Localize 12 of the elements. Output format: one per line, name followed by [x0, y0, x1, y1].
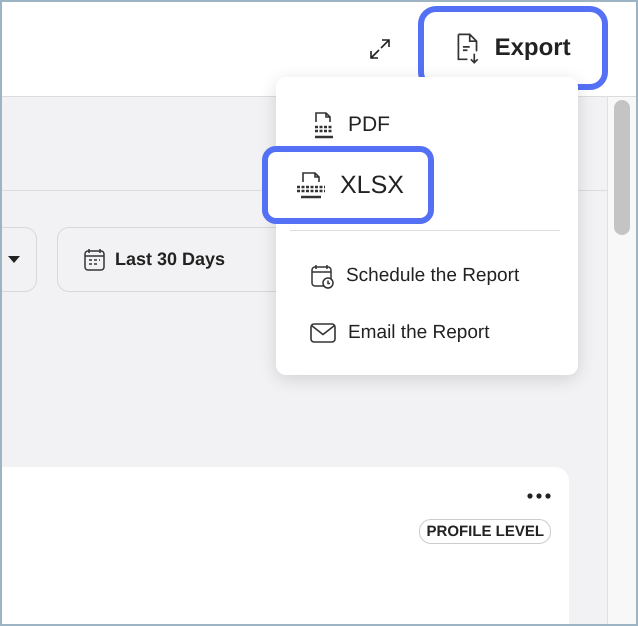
export-menu-item[interactable]: XLSX	[262, 146, 434, 224]
export-menu-item[interactable]: Email the Report	[276, 308, 500, 358]
profile-level-tag: PROFILE LEVEL	[419, 519, 551, 544]
more-icon[interactable]	[527, 493, 551, 499]
mail-icon	[310, 323, 336, 343]
caret-icon	[8, 256, 20, 264]
calendar-clock-icon	[310, 263, 334, 289]
calendar-icon	[83, 246, 107, 272]
file-icon	[294, 170, 328, 200]
scrollbar[interactable]	[607, 97, 636, 624]
expand-icon[interactable]	[368, 37, 392, 61]
file-icon	[312, 110, 336, 140]
